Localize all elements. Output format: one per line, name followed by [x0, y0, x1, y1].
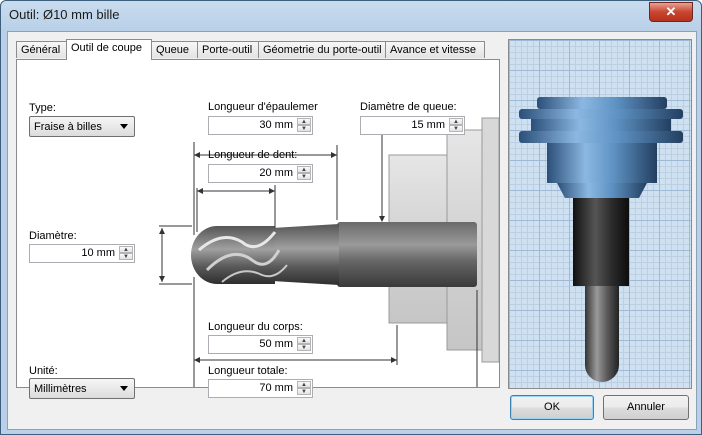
- longueur-dent-label: Longueur de dent:: [208, 149, 298, 161]
- close-button[interactable]: ✕: [649, 2, 693, 22]
- longueur-totale-label: Longueur totale:: [208, 365, 288, 377]
- diametre-label: Diamètre:: [29, 230, 77, 242]
- cancel-button[interactable]: Annuler: [603, 395, 689, 420]
- diametre-queue-label: Diamètre de queue:: [360, 101, 457, 113]
- spin-down-icon[interactable]: ▼: [449, 125, 463, 132]
- longueur-dent-spinner[interactable]: ▲ ▼: [297, 166, 311, 181]
- diametre-queue-spinner[interactable]: ▲ ▼: [449, 118, 463, 133]
- longueur-totale-field[interactable]: 70 mm ▲ ▼: [208, 379, 313, 398]
- longueur-dent-field[interactable]: 20 mm ▲ ▼: [208, 164, 313, 183]
- longueur-epaulement-field[interactable]: 30 mm ▲ ▼: [208, 116, 313, 135]
- shank-render: [573, 198, 629, 286]
- diametre-value: 10 mm: [81, 247, 115, 259]
- tool-neck: [272, 224, 339, 285]
- diametre-spinner[interactable]: ▲ ▼: [119, 246, 133, 261]
- spin-down-icon[interactable]: ▼: [297, 388, 311, 395]
- diametre-queue-value: 15 mm: [411, 119, 445, 131]
- spin-up-icon[interactable]: ▲: [297, 166, 311, 173]
- longueur-corps-value: 50 mm: [259, 338, 293, 350]
- tab-geometrie-porte-outil[interactable]: Géometrie du porte-outil: [258, 41, 386, 58]
- holder-cap: [537, 97, 667, 109]
- longueur-dent-value: 20 mm: [259, 167, 293, 179]
- spin-down-icon[interactable]: ▼: [297, 344, 311, 351]
- tool-3d-render: [519, 97, 683, 382]
- longueur-totale-value: 70 mm: [259, 382, 293, 394]
- chevron-down-icon: [120, 124, 128, 129]
- dialog-window: Outil: Ø10 mm bille ✕ Général Outil de c…: [0, 0, 702, 435]
- spin-up-icon[interactable]: ▲: [119, 246, 133, 253]
- spin-up-icon[interactable]: ▲: [449, 118, 463, 125]
- type-select[interactable]: Fraise à billes: [29, 116, 135, 137]
- spin-up-icon[interactable]: ▲: [297, 381, 311, 388]
- ball-end-render: [585, 286, 619, 382]
- tab-outil-de-coupe[interactable]: Outil de coupe: [66, 39, 152, 60]
- spin-down-icon[interactable]: ▼: [297, 125, 311, 132]
- longueur-corps-spinner[interactable]: ▲ ▼: [297, 337, 311, 352]
- type-select-value: Fraise à billes: [34, 121, 102, 133]
- unite-label: Unité:: [29, 365, 58, 377]
- tab-avance-vitesse[interactable]: Avance et vitesse: [385, 41, 485, 58]
- spin-up-icon[interactable]: ▲: [297, 337, 311, 344]
- longueur-epaulement-spinner[interactable]: ▲ ▼: [297, 118, 311, 133]
- longueur-totale-spinner[interactable]: ▲ ▼: [297, 381, 311, 396]
- tab-general[interactable]: Général: [16, 41, 67, 58]
- dialog-client: Général Outil de coupe Queue Porte-outil…: [7, 31, 697, 430]
- spin-up-icon[interactable]: ▲: [297, 118, 311, 125]
- unite-select[interactable]: Millimètres: [29, 378, 135, 399]
- diametre-queue-field[interactable]: 15 mm ▲ ▼: [360, 116, 465, 135]
- ok-button[interactable]: OK: [510, 395, 594, 420]
- longueur-corps-label: Longueur du corps:: [208, 321, 303, 333]
- tab-panel: Type: Fraise à billes Diamètre: 10 mm ▲ ▼…: [16, 59, 500, 399]
- window-title: Outil: Ø10 mm bille: [9, 7, 120, 22]
- tool-shank: [337, 222, 477, 287]
- longueur-epaulement-value: 30 mm: [259, 119, 293, 131]
- longueur-epaulement-label: Longueur d'épaulemer: [208, 101, 318, 113]
- tool-3d-preview[interactable]: [508, 39, 692, 389]
- spin-down-icon[interactable]: ▼: [119, 253, 133, 260]
- diametre-field[interactable]: 10 mm ▲ ▼: [29, 244, 135, 263]
- tab-queue[interactable]: Queue: [151, 41, 198, 58]
- holder-flange: [481, 117, 499, 363]
- longueur-corps-field[interactable]: 50 mm ▲ ▼: [208, 335, 313, 354]
- spin-down-icon[interactable]: ▼: [297, 173, 311, 180]
- tab-porte-outil[interactable]: Porte-outil: [197, 41, 259, 58]
- type-label: Type:: [29, 102, 56, 114]
- title-bar[interactable]: Outil: Ø10 mm bille ✕: [1, 1, 701, 29]
- holder-taper: [547, 143, 657, 183]
- chevron-down-icon: [120, 386, 128, 391]
- unite-select-value: Millimètres: [34, 383, 87, 395]
